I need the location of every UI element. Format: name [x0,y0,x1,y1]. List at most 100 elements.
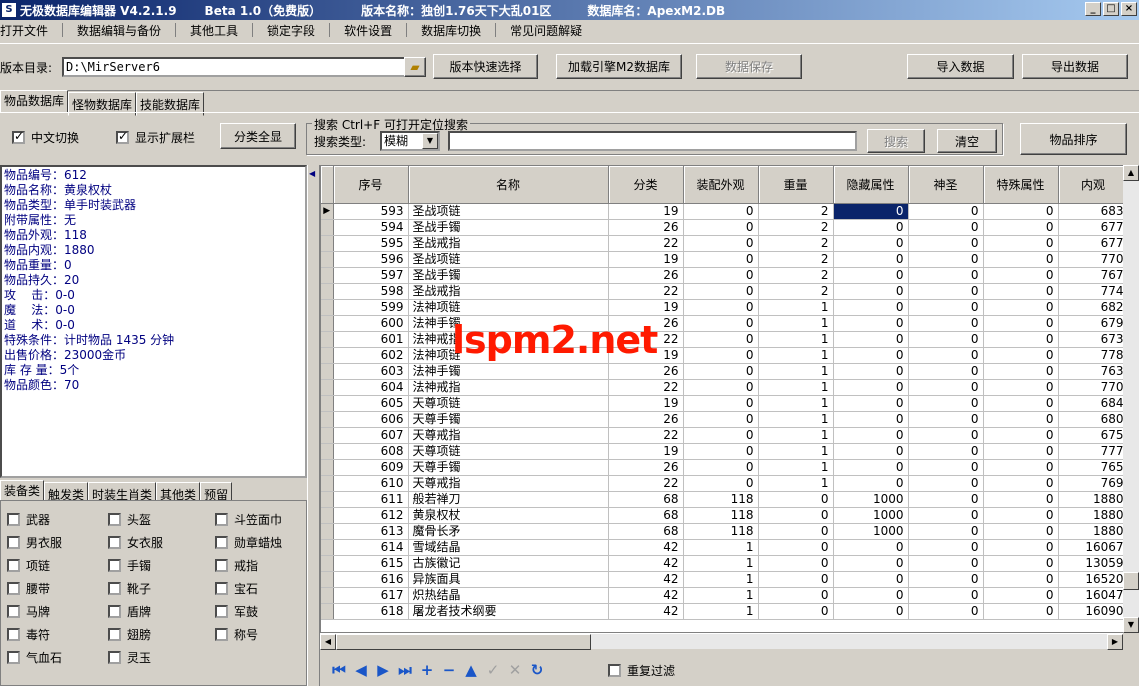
row-indicator[interactable] [321,459,334,476]
row-indicator[interactable] [321,283,334,300]
table-row[interactable]: ▶ 593 圣战项链 19 0 2 0 0 0 683 [321,203,1129,220]
prior-icon[interactable]: ◀ [350,661,372,679]
table-row[interactable]: 617 炽热结晶 42 1 0 0 0 0 16047 [321,587,1129,604]
cell-appearance[interactable]: 0 [683,443,759,460]
cell-weight[interactable]: 1 [758,363,834,380]
cell-inner[interactable]: 1880 [1058,523,1129,540]
clear-button[interactable]: 清空 [937,129,997,153]
cell-weight[interactable]: 1 [758,459,834,476]
cat-drum[interactable]: 军鼓 [215,603,258,620]
cell-id[interactable]: 609 [333,459,409,476]
row-indicator[interactable] [321,523,334,540]
checkbox-box[interactable] [7,628,20,641]
export-button[interactable]: 导出数据 [1022,54,1128,79]
cell-hidden-attr[interactable]: 0 [833,539,909,556]
row-indicator[interactable] [321,219,334,236]
cat-belt[interactable]: 腰带 [7,580,50,597]
table-row[interactable]: 609 天尊手镯 26 0 1 0 0 0 765 [321,459,1129,476]
cell-name[interactable]: 圣战戒指 [408,283,609,300]
show-ext-checkbox[interactable]: 显示扩展栏 [116,129,195,146]
scroll-left-icon[interactable]: ◀ [320,634,336,650]
cell-name[interactable]: 炽热结晶 [408,587,609,604]
cell-name[interactable]: 天尊项链 [408,395,609,412]
checkbox-box[interactable] [7,605,20,618]
table-row[interactable]: 614 雪域结晶 42 1 0 0 0 0 16067 [321,539,1129,556]
checkbox-box[interactable] [116,129,129,144]
cell-special-attr[interactable]: 0 [983,587,1059,604]
cell-name[interactable]: 天尊手镯 [408,459,609,476]
col-id[interactable]: 序号 [333,166,409,204]
cat-necklace[interactable]: 项链 [7,557,50,574]
cat-gem[interactable]: 宝石 [215,580,258,597]
cell-inner[interactable]: 774 [1058,283,1129,300]
cell-weight[interactable]: 1 [758,427,834,444]
dedupe-checkbox[interactable]: 重复过滤 [608,662,675,679]
cell-weight[interactable]: 2 [758,219,834,236]
cell-appearance[interactable]: 118 [683,491,759,508]
cat-boots[interactable]: 靴子 [108,580,151,597]
cell-hidden-attr[interactable]: 0 [833,459,909,476]
cell-inner[interactable]: 679 [1058,315,1129,332]
table-row[interactable]: 598 圣战戒指 22 0 2 0 0 0 774 [321,283,1129,300]
table-row[interactable]: 596 圣战项链 19 0 2 0 0 0 770 [321,251,1129,268]
cell-category[interactable]: 68 [608,491,684,508]
cell-appearance[interactable]: 118 [683,507,759,524]
collapse-arrow-icon[interactable]: ◀ [309,169,315,178]
cell-id[interactable]: 597 [333,267,409,284]
cell-category[interactable]: 19 [608,251,684,268]
cell-category[interactable]: 42 [608,603,684,620]
cell-weight[interactable]: 1 [758,347,834,364]
col-appearance[interactable]: 装配外观 [683,166,759,204]
horizontal-scrollbar[interactable]: ◀ ▶ [320,633,1123,650]
scroll-down-icon[interactable]: ▼ [1123,617,1139,633]
cell-holy[interactable]: 0 [908,203,984,220]
cell-special-attr[interactable]: 0 [983,459,1059,476]
cell-inner[interactable]: 767 [1058,267,1129,284]
menu-lock-fields[interactable]: 锁定字段 [267,22,329,39]
row-indicator[interactable] [321,475,334,492]
cell-category[interactable]: 68 [608,523,684,540]
cell-weight[interactable]: 0 [758,587,834,604]
cell-hidden-attr[interactable]: 0 [833,379,909,396]
cell-name[interactable]: 法神手镯 [408,363,609,380]
cell-category[interactable]: 19 [608,203,684,220]
row-indicator[interactable] [321,411,334,428]
cell-holy[interactable]: 0 [908,251,984,268]
cell-special-attr[interactable]: 0 [983,251,1059,268]
cell-weight[interactable]: 1 [758,443,834,460]
post-icon[interactable]: ✓ [482,661,504,679]
chevron-down-icon[interactable]: ▼ [422,133,438,149]
cell-holy[interactable]: 0 [908,587,984,604]
row-indicator[interactable] [321,395,334,412]
cell-special-attr[interactable]: 0 [983,283,1059,300]
cat-ring[interactable]: 戒指 [215,557,258,574]
insert-icon[interactable]: + [416,661,438,679]
cell-holy[interactable]: 0 [908,315,984,332]
tab-items[interactable]: 物品数据库 [0,90,69,112]
cell-id[interactable]: 594 [333,219,409,236]
cell-hidden-attr[interactable]: 0 [833,219,909,236]
cell-special-attr[interactable]: 0 [983,219,1059,236]
cell-holy[interactable]: 0 [908,427,984,444]
cell-holy[interactable]: 0 [908,219,984,236]
table-row[interactable]: 599 法神项链 19 0 1 0 0 0 682 [321,299,1129,316]
checkbox-box[interactable] [108,536,121,549]
col-inner[interactable]: 内观 [1058,166,1129,204]
cell-weight[interactable]: 2 [758,251,834,268]
table-row[interactable]: 611 般若禅刀 68 118 0 1000 0 0 1880 [321,491,1129,508]
cell-holy[interactable]: 0 [908,459,984,476]
cell-appearance[interactable]: 0 [683,395,759,412]
table-row[interactable]: 604 法神戒指 22 0 1 0 0 0 770 [321,379,1129,396]
row-indicator[interactable] [321,299,334,316]
cell-holy[interactable]: 0 [908,299,984,316]
row-indicator[interactable] [321,331,334,348]
col-hidden-attr[interactable]: 隐藏属性 [833,166,909,204]
checkbox-box[interactable] [7,651,20,664]
cell-appearance[interactable]: 1 [683,587,759,604]
cancel-icon[interactable]: ✕ [504,661,526,679]
cell-special-attr[interactable]: 0 [983,491,1059,508]
cell-name[interactable]: 圣战戒指 [408,235,609,252]
scroll-thumb[interactable] [1123,572,1139,590]
row-indicator[interactable] [321,235,334,252]
table-row[interactable]: 612 黄泉权杖 68 118 0 1000 0 0 1880 [321,507,1129,524]
